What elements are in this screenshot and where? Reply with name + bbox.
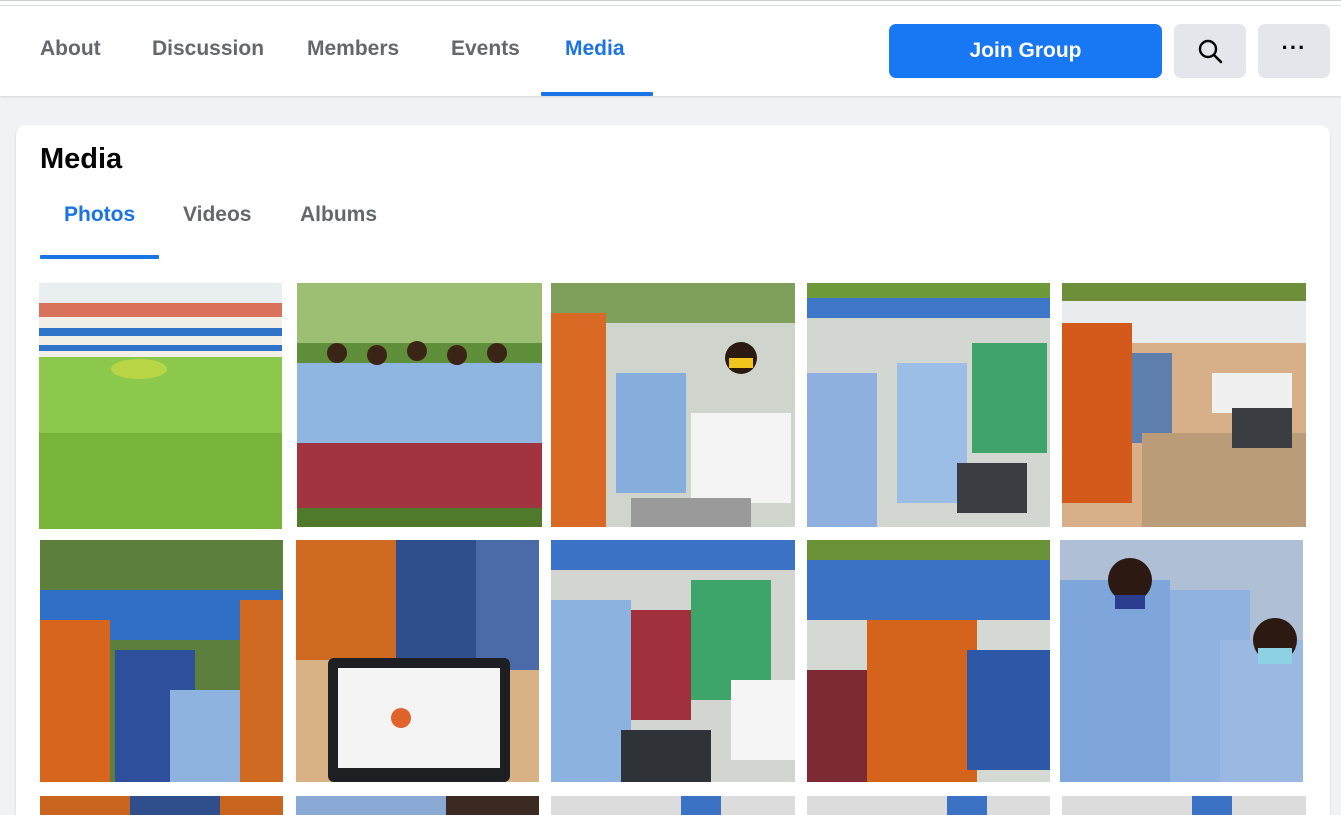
photo-thumbnail[interactable] — [551, 540, 795, 782]
tab-members[interactable]: Members — [307, 37, 399, 61]
tab-media[interactable]: Media — [565, 37, 625, 61]
photo-thumbnail[interactable] — [39, 283, 282, 529]
photo-laptop-chart[interactable] — [296, 540, 539, 782]
search-icon — [1198, 39, 1223, 64]
divider — [0, 5, 1341, 6]
more-options-button[interactable]: ··· — [1258, 24, 1330, 78]
search-button[interactable] — [1174, 24, 1246, 78]
photo-thumbnail[interactable] — [1062, 796, 1306, 815]
photo-thumbnail[interactable] — [807, 796, 1050, 815]
photo-teacher-students — [40, 540, 283, 782]
photo-thumbnail[interactable] — [40, 796, 283, 815]
photo-partial — [551, 796, 795, 815]
tab-about[interactable]: About — [40, 37, 101, 61]
photo-thumbnail[interactable] — [296, 796, 539, 815]
photo-students-masks — [1060, 540, 1303, 782]
join-group-button[interactable]: Join Group — [889, 24, 1162, 78]
more-options-icon: ··· — [1281, 35, 1307, 60]
photo-students-laptop — [551, 540, 795, 782]
photo-partial — [40, 796, 283, 815]
photo-thumbnail[interactable] — [40, 540, 283, 782]
photo-partial — [1062, 796, 1306, 815]
photo-thumbnail[interactable] — [1062, 283, 1306, 527]
photo-students-group — [297, 283, 542, 527]
photo-laptop-chart-image — [296, 540, 539, 782]
photo-students-at-table — [551, 283, 795, 527]
photo-teacher-helping — [807, 540, 1050, 782]
tab-discussion[interactable]: Discussion — [152, 37, 264, 61]
tab-events[interactable]: Events — [451, 37, 520, 61]
group-nav-bar: About Discussion Members Events Media Jo… — [0, 0, 1341, 96]
tab-albums[interactable]: Albums — [300, 203, 377, 227]
photo-thumbnail[interactable] — [551, 283, 795, 527]
tab-photos[interactable]: Photos — [64, 203, 135, 227]
media-title: Media — [40, 143, 123, 175]
photo-school-lawn — [39, 283, 282, 529]
active-subtab-indicator — [40, 255, 159, 259]
photo-thumbnail[interactable] — [807, 283, 1050, 527]
photo-laptop-session — [807, 283, 1050, 527]
photo-thumbnail[interactable] — [551, 796, 795, 815]
active-tab-indicator — [541, 92, 653, 96]
photo-partial — [296, 796, 539, 815]
photo-outdoor-lab — [1062, 283, 1306, 527]
photo-thumbnail[interactable] — [1060, 540, 1303, 782]
photo-thumbnail[interactable] — [807, 540, 1050, 782]
photo-thumbnail[interactable] — [297, 283, 542, 527]
tab-videos[interactable]: Videos — [183, 203, 251, 227]
photo-partial — [807, 796, 1050, 815]
